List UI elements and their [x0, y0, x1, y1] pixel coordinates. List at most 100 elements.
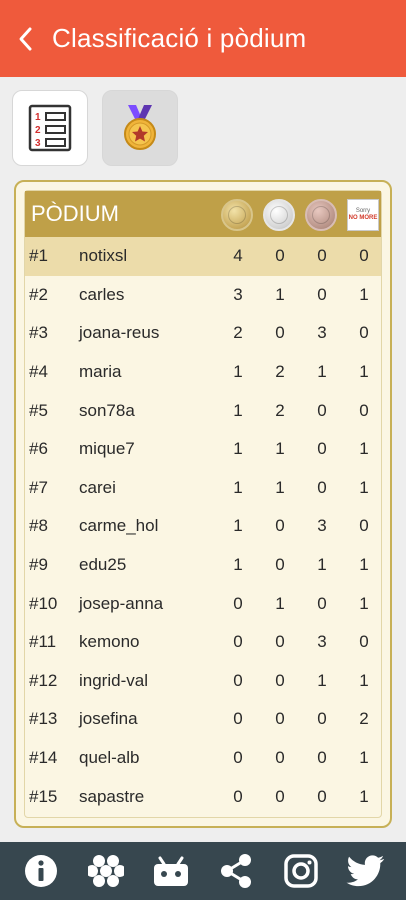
rank-cell: #4	[29, 362, 48, 382]
bronze-count-cell: 0	[317, 246, 327, 266]
gold-count-cell: 2	[233, 323, 243, 343]
table-row: #12 ingrid-val 0 0 1 1	[25, 662, 381, 701]
sorry-count-cell: 1	[359, 670, 369, 690]
bronze-count-cell: 1	[317, 362, 327, 382]
silver-count-cell: 0	[275, 786, 285, 806]
gold-count-cell: 1	[233, 400, 243, 420]
table-row: #15 sapastre 0 0 0 1	[25, 777, 381, 816]
silver-count-cell: 1	[275, 593, 285, 613]
tab-podium[interactable]	[102, 90, 178, 166]
rank-cell: #14	[29, 748, 58, 768]
silver-count-cell: 0	[275, 246, 285, 266]
table-row: #2 carles 3 1 0 1	[25, 276, 381, 315]
rank-cell: #10	[29, 593, 58, 613]
silver-count-cell: 0	[275, 670, 285, 690]
info-icon	[24, 855, 57, 887]
table-row: #8 carme_hol 1 0 3 0	[25, 507, 381, 546]
player-name-cell: mique7	[79, 439, 135, 459]
sorry-count-cell: 1	[359, 362, 369, 382]
bronze-count-cell: 0	[317, 400, 327, 420]
info-button[interactable]	[18, 848, 64, 894]
gold-count-cell: 3	[233, 284, 243, 304]
bronze-count-cell: 0	[317, 593, 327, 613]
player-name-cell: kemono	[79, 632, 140, 652]
rank-cell: #1	[29, 246, 48, 266]
podium-title: PÒDIUM	[31, 201, 119, 226]
rank-cell: #3	[29, 323, 48, 343]
instagram-button[interactable]	[278, 848, 324, 894]
gold-medal-icon	[221, 199, 253, 231]
table-row: #1 notixsl 4 0 0 0	[25, 237, 381, 276]
ranking-rows: #1 notixsl 4 0 0 0 #2 carles 3 1 0 1 #3 joana-reus 2 0 3…	[25, 237, 381, 816]
instagram-icon	[283, 854, 318, 888]
sorry-count-cell: 2	[359, 709, 369, 729]
android-icon	[153, 856, 188, 886]
silver-count-cell: 1	[275, 284, 285, 304]
podium-header: PÒDIUM Sorry NO MORE	[25, 191, 381, 237]
rank-cell: #11	[29, 632, 57, 652]
chevron-left-icon	[19, 27, 32, 50]
rank-cell: #15	[29, 786, 58, 806]
player-name-cell: maria	[79, 362, 122, 382]
games-button[interactable]	[83, 848, 129, 894]
bronze-count-cell: 1	[317, 555, 327, 575]
gold-count-cell: 1	[233, 362, 243, 382]
table-row: #13 josefina 0 0 0 2	[25, 700, 381, 739]
bronze-count-cell: 0	[317, 786, 327, 806]
silver-count-cell: 1	[275, 477, 285, 497]
share-button[interactable]	[213, 848, 259, 894]
podium-table: PÒDIUM Sorry NO MORE #1 notixsl 4 0 0 0 #2 carl…	[24, 190, 382, 818]
svg-text:1: 1	[35, 112, 41, 123]
back-button[interactable]	[0, 0, 52, 77]
share-icon	[220, 854, 251, 888]
bronze-count-cell: 0	[317, 709, 327, 729]
rank-cell: #2	[29, 284, 48, 304]
sorry-card-icon: Sorry NO MORE	[347, 199, 379, 231]
android-button[interactable]	[148, 848, 194, 894]
gold-count-cell: 0	[233, 786, 243, 806]
bronze-count-cell: 1	[317, 670, 327, 690]
player-name-cell: edu25	[79, 555, 127, 575]
rank-cell: #5	[29, 400, 48, 420]
twitter-button[interactable]	[343, 848, 389, 894]
sorry-count-cell: 0	[359, 246, 369, 266]
table-row: #3 joana-reus 2 0 3 0	[25, 314, 381, 353]
rank-cell: #12	[29, 670, 58, 690]
rank-cell: #13	[29, 709, 58, 729]
silver-count-cell: 2	[275, 400, 285, 420]
svg-text:2: 2	[35, 125, 41, 136]
bottom-bar	[0, 842, 406, 900]
sorry-count-cell: 1	[359, 284, 369, 304]
view-tabs: 1 2 3	[12, 90, 178, 166]
player-name-cell: sapastre	[79, 786, 145, 806]
player-name-cell: carme_hol	[79, 516, 159, 536]
silver-count-cell: 0	[275, 748, 285, 768]
table-row: #11 kemono 0 0 3 0	[25, 623, 381, 662]
gold-count-cell: 0	[233, 670, 243, 690]
gold-count-cell: 1	[233, 439, 243, 459]
player-name-cell: quel-alb	[79, 748, 140, 768]
sorry-count-cell: 1	[359, 748, 369, 768]
rank-cell: #7	[29, 477, 48, 497]
table-row: #14 quel-alb 0 0 0 1	[25, 739, 381, 778]
numbered-list-icon: 1 2 3	[28, 104, 72, 152]
bronze-count-cell: 3	[317, 516, 327, 536]
sorry-card-subtext: NO MORE	[348, 215, 378, 221]
gold-count-cell: 0	[233, 632, 243, 652]
gold-count-cell: 1	[233, 555, 243, 575]
table-row: #10 josep-anna 0 1 0 1	[25, 584, 381, 623]
tab-ranking-list[interactable]: 1 2 3	[12, 90, 88, 166]
twitter-icon	[346, 855, 384, 887]
sorry-count-cell: 1	[359, 477, 369, 497]
sorry-card-text: Sorry	[355, 208, 371, 214]
silver-count-cell: 1	[275, 439, 285, 459]
table-row: #4 maria 1 2 1 1	[25, 353, 381, 392]
table-row: #6 mique7 1 1 0 1	[25, 430, 381, 469]
bronze-medal-icon	[305, 199, 337, 231]
sorry-count-cell: 1	[359, 439, 369, 459]
bronze-count-cell: 0	[317, 284, 327, 304]
sorry-count-cell: 0	[359, 632, 369, 652]
silver-count-cell: 2	[275, 362, 285, 382]
gold-count-cell: 1	[233, 516, 243, 536]
player-name-cell: joana-reus	[79, 323, 160, 343]
